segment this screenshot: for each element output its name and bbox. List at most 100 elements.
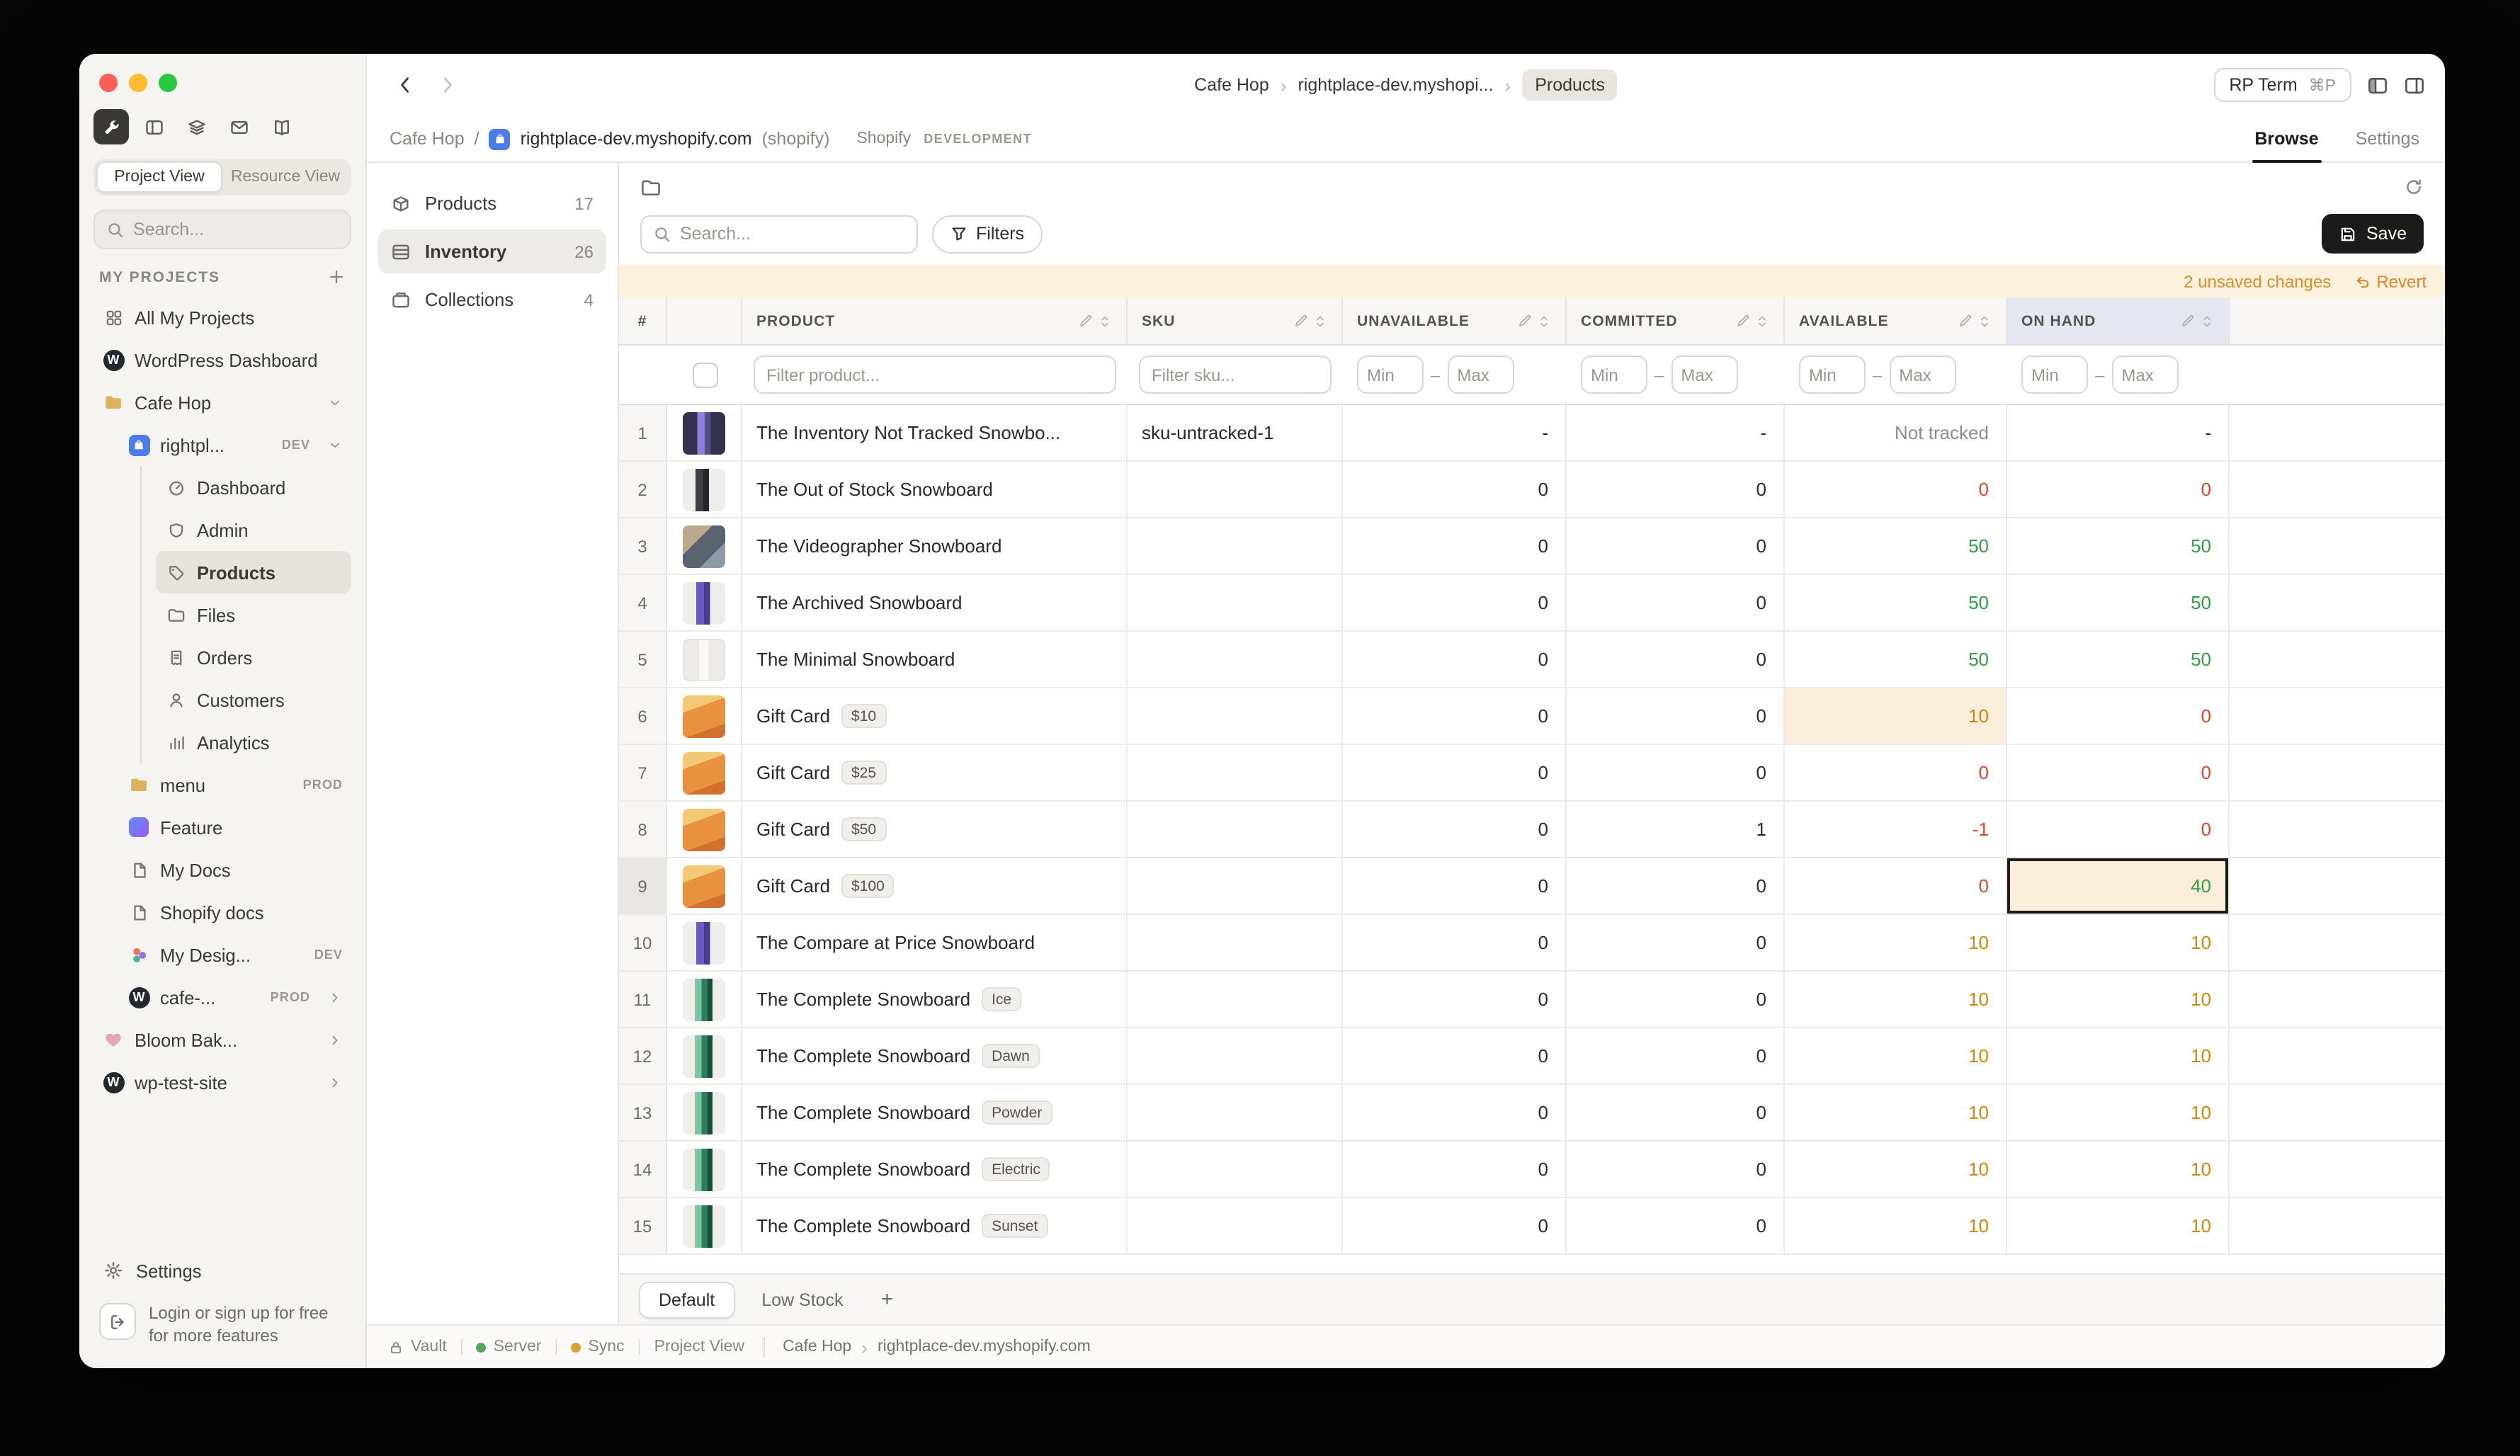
sidebar-item-all-my-projects[interactable]: All My Projects <box>93 296 351 339</box>
edit-column-icon[interactable] <box>1517 313 1533 329</box>
filter-unavailable-max-input[interactable] <box>1447 356 1514 394</box>
table-search-input[interactable] <box>680 224 905 244</box>
filter-committed-min-input[interactable] <box>1581 356 1647 394</box>
row-number[interactable]: 12 <box>619 1028 667 1084</box>
filter-unavailable-min-input[interactable] <box>1357 356 1424 394</box>
filter-onhand-max-input[interactable] <box>2111 356 2178 394</box>
onhand-cell[interactable]: 50 <box>2007 518 2230 574</box>
unavailable-cell[interactable]: 0 <box>1343 858 1567 914</box>
sku-cell[interactable]: sku-untracked-1 <box>1128 405 1343 460</box>
unavailable-cell[interactable]: 0 <box>1343 915 1567 970</box>
product-name-cell[interactable]: The Complete SnowboardElectric <box>742 1142 1128 1197</box>
mail-icon[interactable] <box>221 109 256 144</box>
onhand-cell[interactable]: 10 <box>2007 1085 2230 1140</box>
committed-cell[interactable]: 1 <box>1567 802 1785 857</box>
sidebar-item-dashboard[interactable]: Dashboard <box>156 466 351 508</box>
product-name-cell[interactable]: The Complete SnowboardPowder <box>742 1085 1128 1140</box>
committed-cell[interactable]: 0 <box>1567 1028 1785 1084</box>
columns-icon[interactable] <box>136 109 171 144</box>
committed-cell[interactable]: 0 <box>1567 745 1785 800</box>
sort-column-icon[interactable] <box>1098 314 1112 328</box>
sidebar-search[interactable] <box>93 210 351 249</box>
sku-cell[interactable] <box>1128 1142 1343 1197</box>
sku-cell[interactable] <box>1128 632 1343 687</box>
sku-cell[interactable] <box>1128 972 1343 1027</box>
column-header-committed[interactable]: COMMITTED <box>1567 297 1785 344</box>
available-cell[interactable]: Not tracked <box>1785 405 2007 460</box>
row-number[interactable]: 6 <box>619 688 667 744</box>
unavailable-cell[interactable]: 0 <box>1343 688 1567 744</box>
unavailable-cell[interactable]: 0 <box>1343 972 1567 1027</box>
row-number[interactable]: 13 <box>619 1085 667 1140</box>
column-header-unavailable[interactable]: UNAVAILABLE <box>1343 297 1567 344</box>
tab-browse[interactable]: Browse <box>2252 116 2321 161</box>
toggle-left-panel-icon[interactable] <box>2367 74 2388 96</box>
login-prompt[interactable]: Login or sign up for free for more featu… <box>93 1292 351 1351</box>
status-breadcrumb-site[interactable]: rightplace-dev.myshopify.com <box>878 1338 1091 1355</box>
edit-column-icon[interactable] <box>1293 313 1309 329</box>
folder-view-icon[interactable] <box>640 176 662 198</box>
onhand-cell[interactable]: 40 <box>2007 858 2230 914</box>
product-name-cell[interactable]: The Minimal Snowboard <box>742 632 1128 687</box>
sku-cell[interactable] <box>1128 858 1343 914</box>
sidebar-item-menu[interactable]: menuPROD <box>119 763 351 806</box>
filter-committed-max-input[interactable] <box>1671 356 1737 394</box>
unavailable-cell[interactable]: 0 <box>1343 745 1567 800</box>
onhand-cell[interactable]: - <box>2007 405 2230 460</box>
sort-column-icon[interactable] <box>1977 314 1992 328</box>
breadcrumb-current[interactable]: Products <box>1522 69 1618 101</box>
onhand-cell[interactable]: 10 <box>2007 1028 2230 1084</box>
sidebar-item-products[interactable]: Products <box>156 551 351 593</box>
sidebar-item-analytics[interactable]: Analytics <box>156 721 351 763</box>
add-project-icon[interactable] <box>327 268 346 286</box>
sidebar-item-shopify-docs[interactable]: Shopify docs <box>119 891 351 933</box>
onhand-cell[interactable]: 10 <box>2007 1198 2230 1253</box>
available-cell[interactable]: 10 <box>1785 1028 2007 1084</box>
layers-icon[interactable] <box>178 109 214 144</box>
edit-column-icon[interactable] <box>2180 313 2196 329</box>
product-name-cell[interactable]: The Complete SnowboardDawn <box>742 1028 1128 1084</box>
sidebar-item-rightpl[interactable]: rightpl...DEV <box>119 423 351 466</box>
column-header-product[interactable]: PRODUCT <box>742 297 1128 344</box>
onhand-cell[interactable]: 50 <box>2007 632 2230 687</box>
product-name-cell[interactable]: The Videographer Snowboard <box>742 518 1128 574</box>
filter-sku-input[interactable] <box>1139 356 1332 394</box>
product-name-cell[interactable]: The Out of Stock Snowboard <box>742 462 1128 517</box>
revert-button[interactable]: Revert <box>2354 271 2427 291</box>
column-header-sku[interactable]: SKU <box>1128 297 1343 344</box>
row-number[interactable]: 8 <box>619 802 667 857</box>
committed-cell[interactable]: 0 <box>1567 1085 1785 1140</box>
onhand-cell[interactable]: 0 <box>2007 745 2230 800</box>
row-number[interactable]: 4 <box>619 575 667 630</box>
sort-column-icon[interactable] <box>1755 314 1769 328</box>
available-cell[interactable]: -1 <box>1785 802 2007 857</box>
committed-cell[interactable]: 0 <box>1567 575 1785 630</box>
edit-column-icon[interactable] <box>1078 313 1094 329</box>
sidebar-item-files[interactable]: Files <box>156 593 351 636</box>
row-number[interactable]: 1 <box>619 405 667 460</box>
onhand-cell[interactable]: 10 <box>2007 1142 2230 1197</box>
sidebar-item-settings[interactable]: Settings <box>93 1250 351 1292</box>
row-number[interactable]: 10 <box>619 915 667 970</box>
sidebar-item-wp-test-site[interactable]: Wwp-test-site <box>93 1061 351 1103</box>
unavailable-cell[interactable]: 0 <box>1343 1085 1567 1140</box>
panel-item-inventory[interactable]: Inventory26 <box>378 229 606 273</box>
row-number[interactable]: 9 <box>619 858 667 914</box>
sku-cell[interactable] <box>1128 1198 1343 1253</box>
product-name-cell[interactable]: The Compare at Price Snowboard <box>742 915 1128 970</box>
edit-column-icon[interactable] <box>1958 313 1973 329</box>
sidebar-item-my-desig[interactable]: My Desig...DEV <box>119 933 351 976</box>
filter-available-min-input[interactable] <box>1799 356 1866 394</box>
onhand-cell[interactable]: 0 <box>2007 688 2230 744</box>
sidebar-item-admin[interactable]: Admin <box>156 508 351 551</box>
column-header-onhand[interactable]: ON HAND <box>2007 297 2230 344</box>
forward-button[interactable] <box>429 67 466 103</box>
vault-status[interactable]: Vault <box>388 1338 447 1355</box>
available-cell[interactable]: 10 <box>1785 1142 2007 1197</box>
unavailable-cell[interactable]: 0 <box>1343 802 1567 857</box>
sync-status[interactable]: Sync <box>571 1338 624 1355</box>
available-cell[interactable]: 50 <box>1785 632 2007 687</box>
unavailable-cell[interactable]: - <box>1343 405 1567 460</box>
row-number[interactable]: 3 <box>619 518 667 574</box>
minimize-button[interactable] <box>129 74 147 92</box>
